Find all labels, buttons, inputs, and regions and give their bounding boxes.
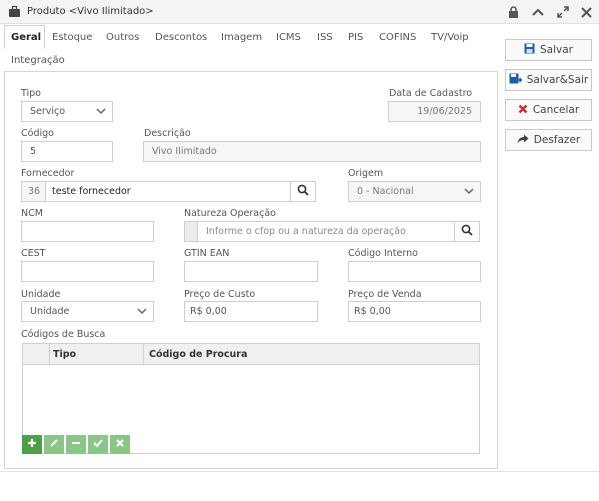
grid-header-divider [49,344,50,365]
footer-divider [0,471,599,472]
briefcase-icon [8,5,21,21]
fornecedor-label: Fornecedor [21,168,75,179]
natureza-field[interactable]: Informe o cfop ou a natureza da operação [197,221,455,242]
remove-button[interactable] [66,435,86,454]
origem-select[interactable]: 0 - Nacional [348,181,481,202]
ncm-field[interactable] [21,221,154,242]
fornecedor-code: 36 [28,186,41,197]
grid-column-tipo[interactable]: Tipo [53,349,76,360]
grid-column-codigo-procura[interactable]: Código de Procura [149,349,247,360]
tab-outros[interactable]: Outros [106,32,139,43]
grid-header [23,344,479,365]
cest-field[interactable] [21,261,154,282]
search-icon [461,224,473,239]
lock-icon[interactable] [504,4,522,20]
x-icon [115,438,125,451]
window-title: Produto <Vivo Ilimitado> [27,6,154,17]
share-arrow-icon [517,134,529,147]
save-button[interactable]: Salvar [505,39,592,61]
chevron-down-icon [96,107,106,118]
grid-header-divider [143,344,144,365]
minus-icon [71,438,81,451]
save-label: Salvar [540,44,573,56]
codigos-busca-label: Códigos de Busca [21,329,106,340]
tipo-label: Tipo [21,88,41,99]
save-icon [524,43,535,57]
tab-integracao[interactable]: Integração [11,55,65,66]
cancel-row-button[interactable] [110,435,130,454]
origem-value: 0 - Nacional [357,186,414,197]
descricao-label: Descrição [144,128,191,139]
ncm-label: NCM [21,208,43,219]
pencil-icon [49,438,59,451]
tab-estoque[interactable]: Estoque [52,32,92,43]
preco-venda-value: R$ 0,00 [354,306,391,317]
cancel-button[interactable]: Cancelar [505,99,592,121]
tab-imagem[interactable]: Imagem [221,32,262,43]
cancel-label: Cancelar [532,104,580,116]
gtin-label: GTIN EAN [184,248,230,259]
natureza-color-swatch [184,221,198,242]
save-exit-label: Salvar&Sair [526,74,589,86]
codigo-value: 5 [30,146,37,157]
natureza-search-button[interactable] [454,221,480,242]
tab-iss[interactable]: ISS [317,32,333,43]
preco-venda-label: Preço de Venda [348,289,422,300]
tab-tv-voip[interactable]: TV/Voip [431,32,469,43]
preco-custo-label: Preço de Custo [184,289,256,300]
plus-icon [27,438,37,451]
search-icon [297,184,309,199]
close-icon [518,104,528,117]
gtin-field[interactable] [184,261,318,282]
descricao-field[interactable]: Vivo Ilimitado [143,141,481,162]
add-button[interactable] [22,435,42,454]
codigo-label: Código [21,128,54,139]
fornecedor-search-button[interactable] [290,181,316,202]
fornecedor-name-field[interactable]: teste fornecedor [45,181,291,202]
preco-custo-field[interactable]: R$ 0,00 [184,301,318,322]
data-cadastro-label: Data de Cadastro [389,88,473,99]
codigo-field[interactable]: 5 [21,141,113,162]
unidade-value: Unidade [30,306,70,317]
save-exit-icon [509,73,523,87]
fornecedor-code-field: 36 [21,181,46,202]
tab-descontos[interactable]: Descontos [155,32,207,43]
cest-label: CEST [21,248,46,259]
undo-label: Desfazer [533,134,581,146]
natureza-placeholder: Informe o cfop ou a natureza da operação [206,226,406,237]
origem-label: Origem [348,168,384,179]
edit-button[interactable] [44,435,64,454]
tipo-select[interactable]: Serviço [21,101,113,122]
tab-geral[interactable]: Geral [11,32,41,43]
natureza-label: Natureza Operação [184,208,276,219]
codigo-interno-field[interactable] [348,261,481,282]
preco-venda-field[interactable]: R$ 0,00 [348,301,481,322]
fornecedor-name: teste fornecedor [52,186,131,197]
unidade-select[interactable]: Unidade [21,301,154,322]
codigo-interno-label: Código Interno [348,248,418,259]
tab-pis[interactable]: PIS [348,32,363,43]
undo-button[interactable]: Desfazer [505,129,592,151]
tab-cofins[interactable]: COFINS [379,32,416,43]
expand-icon[interactable] [554,4,572,20]
chevron-down-icon [137,307,147,318]
chevron-up-icon[interactable] [529,4,547,20]
descricao-value: Vivo Ilimitado [152,146,217,157]
preco-custo-value: R$ 0,00 [190,306,227,317]
chevron-down-icon [464,187,474,198]
tab-icms[interactable]: ICMS [276,32,301,43]
confirm-button[interactable] [88,435,108,454]
data-cadastro-value: 19/06/2025 [417,106,472,117]
save-exit-button[interactable]: Salvar&Sair [505,69,592,91]
data-cadastro-field: 19/06/2025 [388,101,481,122]
check-icon [93,438,103,451]
close-icon[interactable] [577,4,595,20]
tipo-value: Serviço [30,106,66,117]
unidade-label: Unidade [21,289,61,300]
